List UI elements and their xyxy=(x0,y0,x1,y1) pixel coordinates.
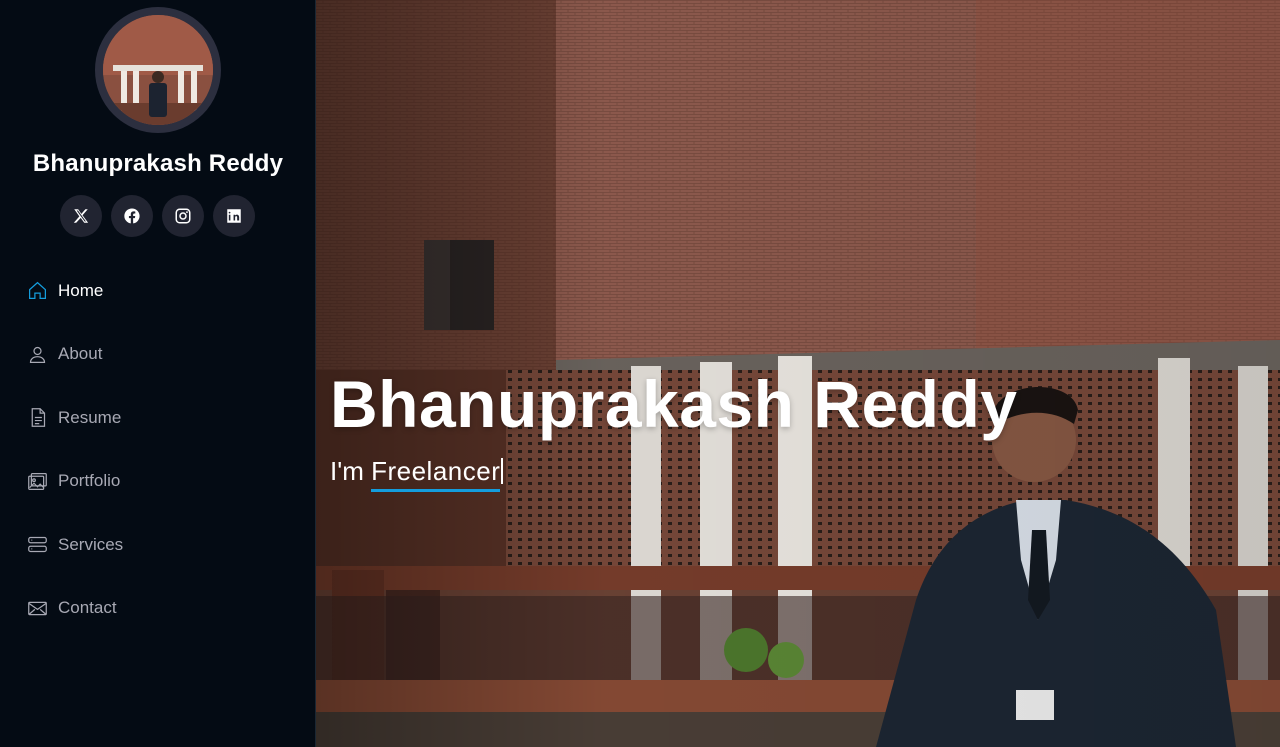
sidebar: Bhanuprakash Reddy Home About Resume Por… xyxy=(0,0,316,747)
hero-title: Bhanuprakash Reddy xyxy=(330,367,1018,441)
main-nav: Home About Resume Portfolio Services Con… xyxy=(0,259,316,640)
nav-item-resume[interactable]: Resume xyxy=(0,386,316,450)
nav-item-label: Home xyxy=(58,280,104,300)
typed-text: Freelancer xyxy=(371,456,501,492)
nav-item-contact[interactable]: Contact xyxy=(0,577,316,641)
x-twitter-icon[interactable] xyxy=(60,195,102,237)
profile-avatar xyxy=(95,7,221,133)
images-icon xyxy=(26,470,48,492)
nav-item-label: Portfolio xyxy=(58,471,121,491)
nav-item-home[interactable]: Home xyxy=(0,259,316,323)
hero-section: Bhanuprakash Reddy I'm Freelancer xyxy=(316,0,1280,747)
instagram-icon[interactable] xyxy=(162,195,204,237)
facebook-icon[interactable] xyxy=(111,195,153,237)
nav-item-label: Services xyxy=(58,534,124,554)
typing-cursor xyxy=(501,458,504,484)
nav-item-services[interactable]: Services xyxy=(0,513,316,577)
nav-item-label: About xyxy=(58,344,103,364)
file-text-icon xyxy=(26,407,48,429)
hero-subtitle-prefix: I'm xyxy=(330,456,372,486)
social-links xyxy=(60,195,255,237)
house-icon xyxy=(26,280,48,302)
nav-item-label: Resume xyxy=(58,407,122,427)
linkedin-icon[interactable] xyxy=(213,195,255,237)
nav-item-about[interactable]: About xyxy=(0,323,316,387)
nav-item-portfolio[interactable]: Portfolio xyxy=(0,450,316,514)
profile-name: Bhanuprakash Reddy xyxy=(32,150,284,177)
hero-subtitle: I'm Freelancer xyxy=(330,456,504,492)
person-icon xyxy=(26,343,48,365)
envelope-icon xyxy=(26,597,48,619)
nav-item-label: Contact xyxy=(58,598,117,618)
server-icon xyxy=(26,534,48,556)
